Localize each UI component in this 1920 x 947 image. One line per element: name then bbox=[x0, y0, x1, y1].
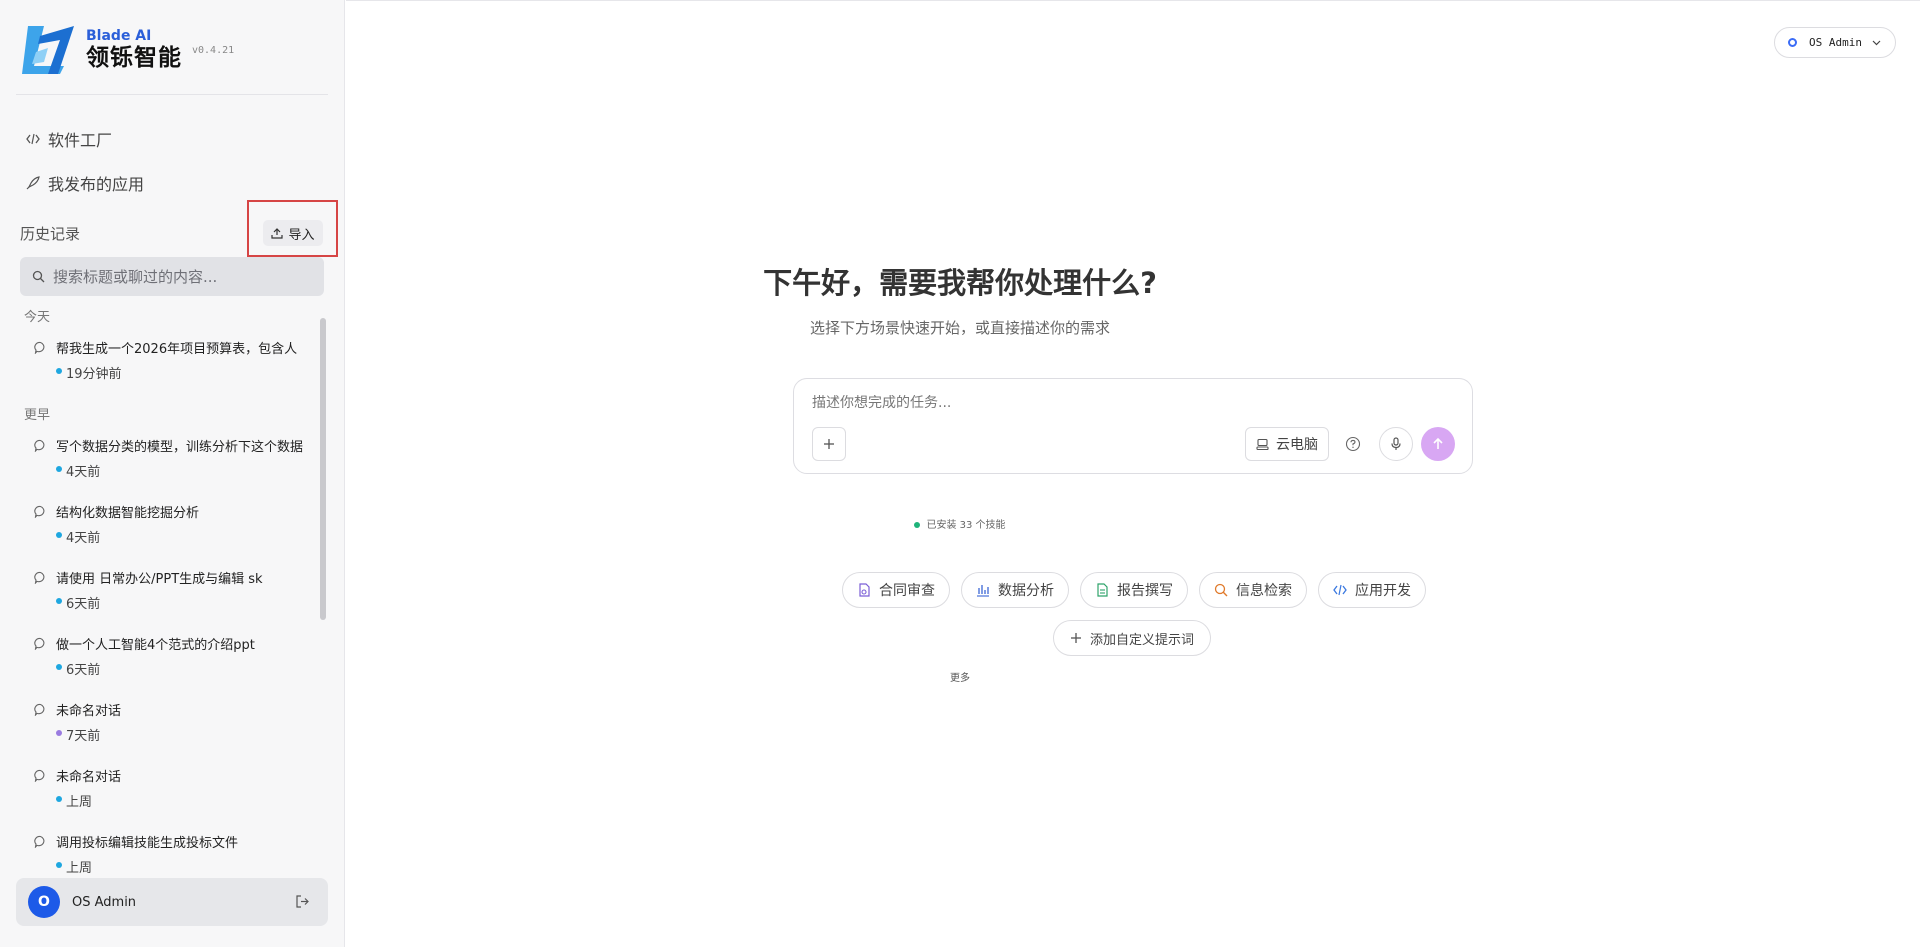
bar-chart-icon bbox=[977, 585, 989, 597]
arrow-up-icon bbox=[1433, 437, 1443, 449]
history-item[interactable]: 调用投标编辑技能生成投标文件 上周 bbox=[24, 832, 320, 878]
account-status-icon bbox=[1788, 38, 1797, 47]
history-item-title: 未命名对话 bbox=[56, 704, 122, 719]
user-name: OS Admin bbox=[72, 894, 137, 910]
attach-button[interactable] bbox=[812, 427, 846, 461]
section-label-earlier: 更早 bbox=[24, 408, 51, 423]
scenario-chips: 合同审查 数据分析 报告撰写 信息检索 应用开发 bbox=[842, 572, 1437, 608]
nav-software-factory[interactable]: 软件工厂 bbox=[26, 125, 112, 153]
chat-bubble-icon bbox=[34, 703, 45, 716]
history-item[interactable]: 未命名对话 上周 bbox=[24, 766, 320, 816]
status-dot bbox=[56, 730, 62, 736]
chat-bubble-icon bbox=[34, 637, 45, 650]
brand-name-en: Blade AI bbox=[86, 28, 152, 44]
search-icon bbox=[1214, 583, 1228, 597]
chip-report-writing[interactable]: 报告撰写 bbox=[1080, 572, 1188, 608]
voice-input-button[interactable] bbox=[1379, 427, 1413, 461]
account-name: OS Admin bbox=[1809, 36, 1862, 49]
send-button[interactable] bbox=[1421, 427, 1455, 461]
status-dot bbox=[914, 522, 921, 528]
status-dot bbox=[56, 532, 62, 538]
plus-icon bbox=[1071, 633, 1081, 643]
chip-label: 合同审查 bbox=[879, 583, 935, 599]
installed-skills-status: 已安装 33 个技能 bbox=[0, 516, 1920, 531]
brand-divider bbox=[16, 94, 328, 95]
history-item-time: 7天前 bbox=[66, 729, 101, 744]
contract-icon bbox=[859, 583, 870, 597]
microphone-icon bbox=[1391, 437, 1401, 450]
cloud-pc-button[interactable]: 云电脑 bbox=[1245, 427, 1329, 461]
chip-information-retrieval[interactable]: 信息检索 bbox=[1199, 572, 1307, 608]
chip-data-analysis[interactable]: 数据分析 bbox=[961, 572, 1069, 608]
installed-skills-text: 已安装 33 个技能 bbox=[926, 520, 1006, 531]
history-item-title: 未命名对话 bbox=[56, 770, 122, 785]
user-bar[interactable]: O OS Admin bbox=[16, 878, 328, 926]
brand-logo-icon bbox=[22, 26, 74, 74]
sidebar: Blade AI 领铄智能 v0.4.21 软件工厂 我发布的应用 历史记录 导… bbox=[0, 0, 345, 947]
greeting-title: 下午好，需要我帮你处理什么? bbox=[763, 266, 1157, 300]
history-item-time: 4天前 bbox=[66, 465, 101, 480]
history-scrollbar[interactable] bbox=[320, 318, 326, 620]
task-composer: 云电脑 bbox=[793, 378, 1473, 474]
chip-label: 数据分析 bbox=[998, 583, 1054, 599]
chat-bubble-icon bbox=[34, 835, 45, 848]
cloud-pc-icon bbox=[1256, 438, 1269, 450]
history-item-title: 请使用 日常办公/PPT生成与编辑 sk bbox=[56, 572, 263, 587]
history-item-title: 做一个人工智能4个范式的介绍ppt bbox=[56, 638, 255, 653]
history-item-time: 6天前 bbox=[66, 597, 101, 612]
greeting-subtitle: 选择下方场景快速开始，或直接描述你的需求 bbox=[809, 319, 1110, 337]
history-item-time: 19分钟前 bbox=[66, 367, 122, 382]
cloud-pc-label: 云电脑 bbox=[1276, 437, 1318, 453]
rocket-icon bbox=[26, 176, 40, 190]
history-item-time: 上周 bbox=[66, 861, 93, 876]
history-item[interactable]: 写个数据分类的模型，训练分析下这个数据 4天前 bbox=[24, 436, 320, 486]
add-custom-prompt-button[interactable]: 添加自定义提示词 bbox=[1053, 620, 1212, 656]
nav-my-published-apps[interactable]: 我发布的应用 bbox=[26, 169, 144, 197]
help-icon[interactable] bbox=[1344, 435, 1362, 453]
plus-icon bbox=[824, 439, 834, 449]
document-icon bbox=[1097, 583, 1108, 597]
chip-label: 应用开发 bbox=[1355, 583, 1411, 599]
history-item-time: 上周 bbox=[66, 795, 93, 810]
add-custom-prompt-label: 添加自定义提示词 bbox=[1090, 632, 1195, 648]
code-icon bbox=[1333, 584, 1347, 596]
brand: Blade AI 领铄智能 bbox=[18, 22, 182, 78]
nav-my-published-apps-label: 我发布的应用 bbox=[48, 175, 145, 194]
history-title: 历史记录 bbox=[20, 225, 81, 243]
logout-icon[interactable] bbox=[295, 894, 310, 909]
task-input[interactable] bbox=[812, 395, 1412, 411]
chip-contract-review[interactable]: 合同审查 bbox=[842, 572, 950, 608]
history-item[interactable]: 请使用 日常办公/PPT生成与编辑 sk 6天前 bbox=[24, 568, 320, 618]
chevron-down-icon bbox=[1872, 40, 1881, 46]
code-icon bbox=[26, 133, 40, 145]
status-dot bbox=[56, 598, 62, 604]
nav-software-factory-label: 软件工厂 bbox=[48, 131, 113, 150]
brand-name-cn: 领铄智能 bbox=[86, 45, 182, 71]
history-item-title: 调用投标编辑技能生成投标文件 bbox=[56, 836, 239, 851]
history-item-title: 写个数据分类的模型，训练分析下这个数据 bbox=[56, 440, 304, 455]
status-dot bbox=[56, 466, 62, 472]
chip-app-development[interactable]: 应用开发 bbox=[1318, 572, 1426, 608]
account-menu-button[interactable]: OS Admin bbox=[1774, 27, 1896, 58]
chat-bubble-icon bbox=[34, 341, 45, 354]
history-list: 今天 帮我生成一个2026年项目预算表，包含人 19分钟前 更早 写个数据分类的… bbox=[14, 300, 320, 878]
status-dot bbox=[56, 862, 62, 868]
chip-label: 报告撰写 bbox=[1117, 583, 1173, 599]
chat-bubble-icon bbox=[34, 571, 45, 584]
chat-bubble-icon bbox=[34, 439, 45, 452]
chat-bubble-icon bbox=[34, 769, 45, 782]
chip-label: 信息检索 bbox=[1236, 583, 1292, 599]
history-item[interactable]: 帮我生成一个2026年项目预算表，包含人 19分钟前 bbox=[24, 338, 320, 388]
highlight-annotation-box bbox=[247, 200, 338, 257]
status-dot bbox=[56, 796, 62, 802]
version-label: v0.4.21 bbox=[192, 45, 235, 56]
more-link[interactable]: 更多 bbox=[0, 669, 1920, 684]
status-dot bbox=[56, 368, 62, 374]
history-item-title: 帮我生成一个2026年项目预算表，包含人 bbox=[56, 342, 298, 357]
history-item[interactable]: 未命名对话 7天前 bbox=[24, 700, 320, 750]
avatar: O bbox=[28, 886, 60, 918]
